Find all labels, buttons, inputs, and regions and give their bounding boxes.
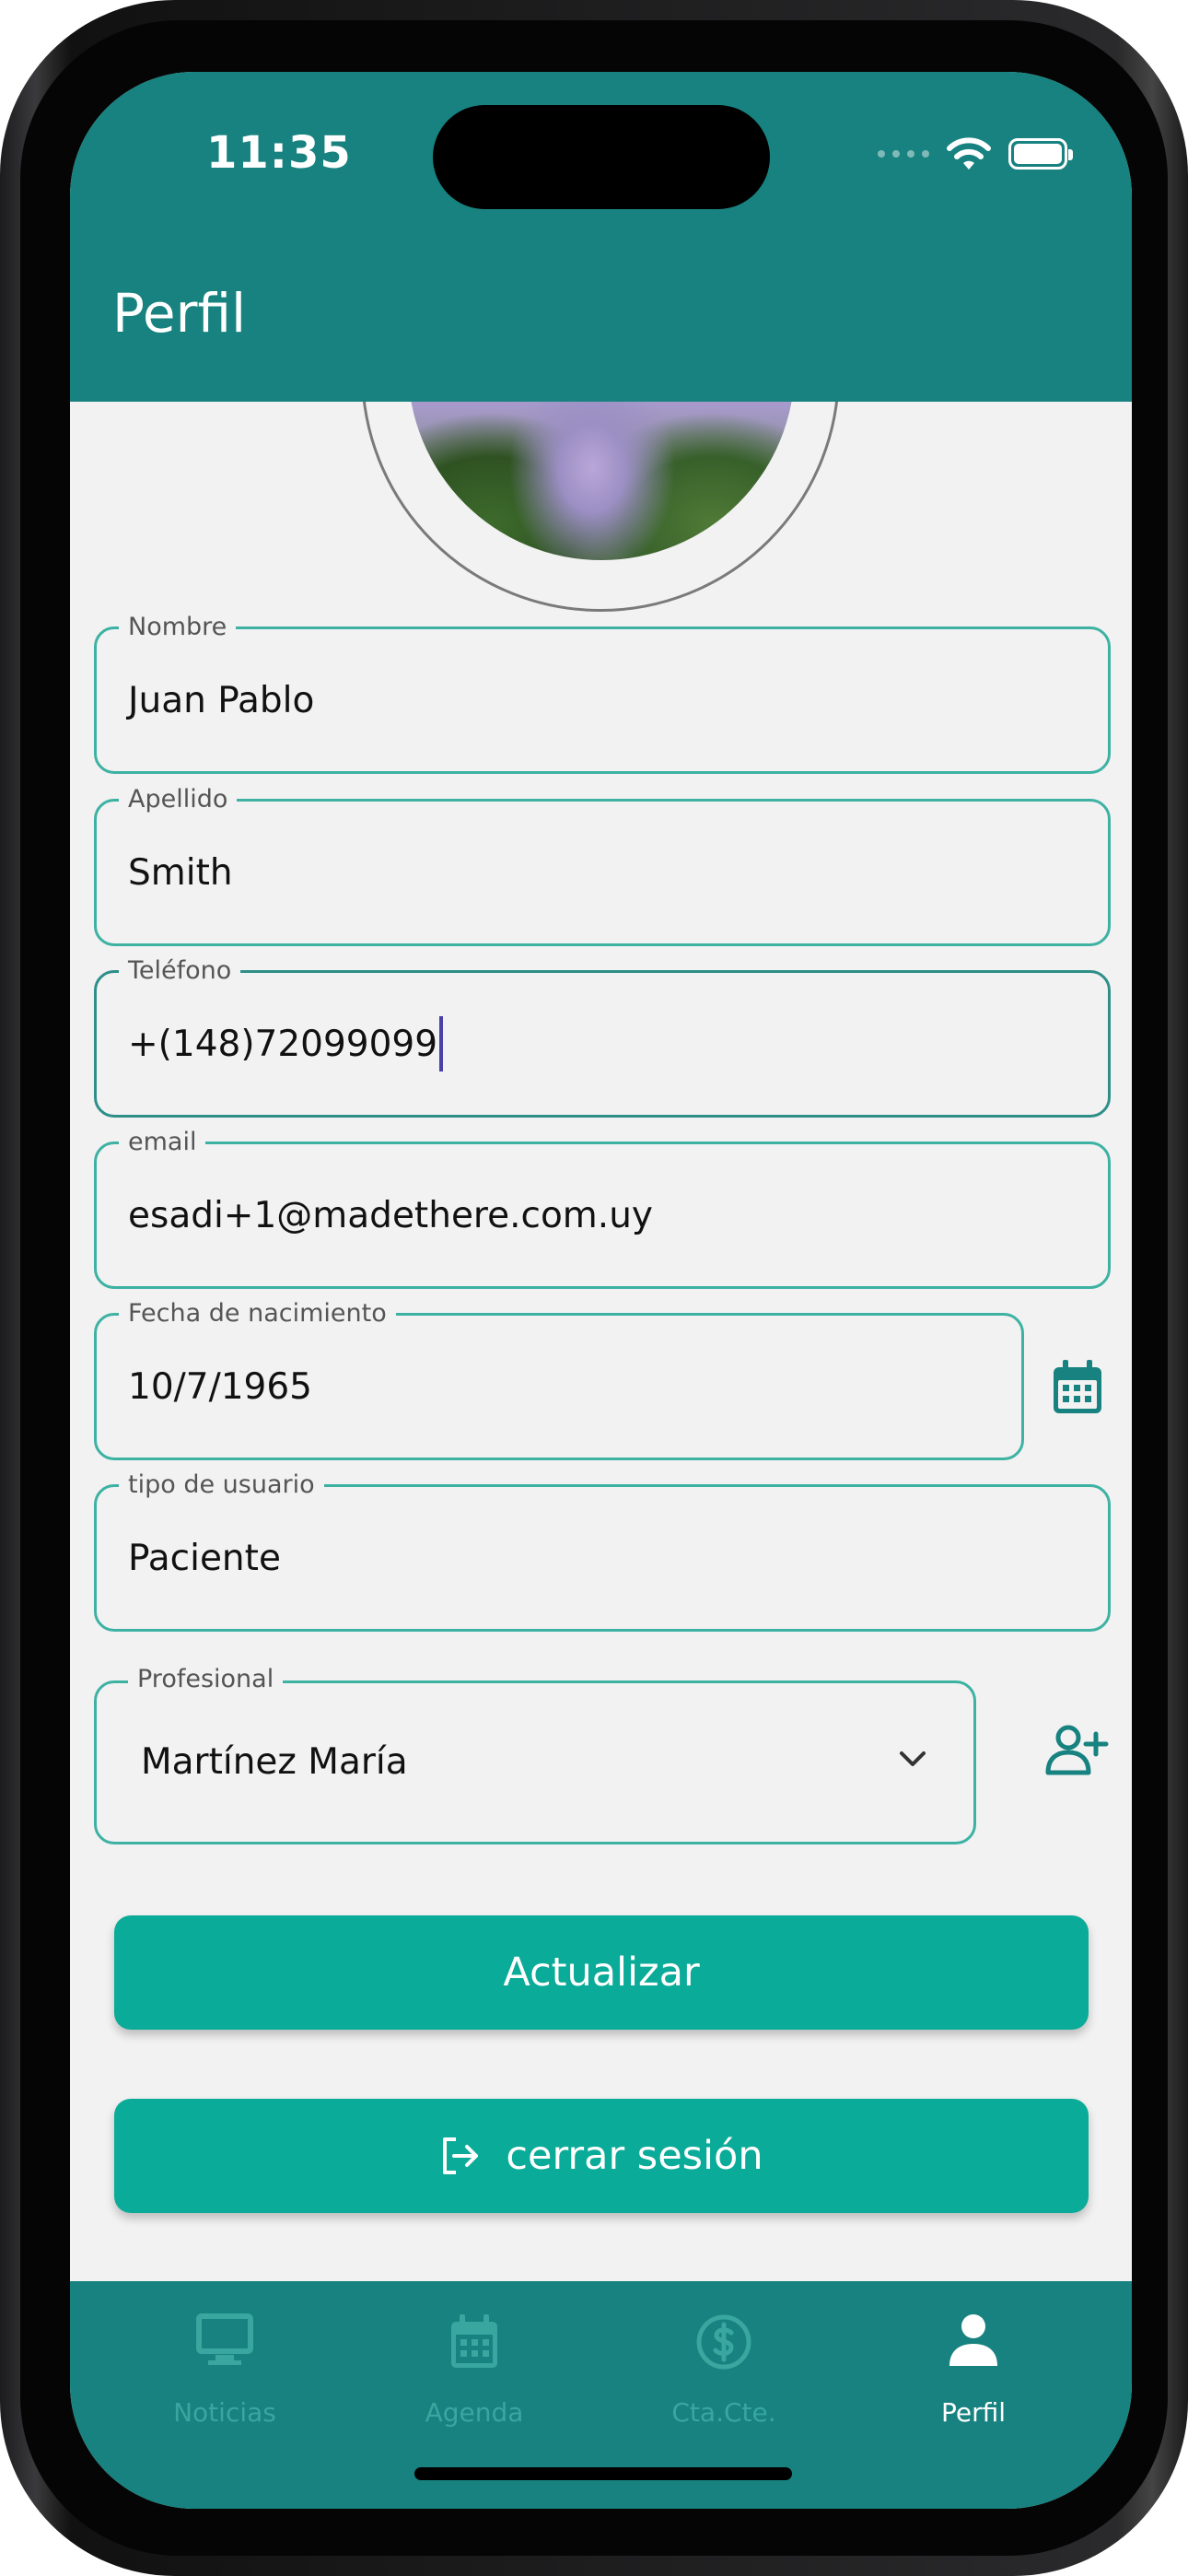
tipo-usuario-field[interactable]: tipo de usuario Paciente <box>94 1469 1111 1632</box>
telefono-value: +(148)72099099 <box>128 1024 438 1065</box>
app-screen: 11:35 Perfil Nombre Juan Pablo Apellido … <box>70 72 1132 2509</box>
nav-item-noticias[interactable]: Noticias <box>100 2281 349 2465</box>
person-icon <box>949 2314 997 2366</box>
email-field[interactable]: email esadi+1@madethere.com.uy <box>94 1126 1111 1289</box>
status-time: 11:35 <box>206 127 352 179</box>
apellido-field[interactable]: Apellido Smith <box>94 783 1111 946</box>
tipo-usuario-value: Paciente <box>128 1538 281 1579</box>
dynamic-island <box>433 105 770 209</box>
telefono-field[interactable]: Teléfono +(148)72099099 <box>94 954 1111 1118</box>
fecha-nacimiento-label: Fecha de nacimiento <box>119 1297 396 1330</box>
dollar-icon <box>696 2314 751 2370</box>
text-cursor <box>439 1015 444 1071</box>
home-indicator <box>414 2467 792 2480</box>
cerrar-sesion-label: cerrar sesión <box>506 2133 763 2179</box>
nav-label-cta-cte: Cta.Cte. <box>671 2397 776 2428</box>
apellido-value: Smith <box>128 852 233 894</box>
chevron-down-icon <box>900 1751 926 1766</box>
status-icons <box>878 136 1073 171</box>
email-label: email <box>119 1126 206 1159</box>
calendar-icon <box>451 2314 497 2368</box>
fecha-nacimiento-value: 10/7/1965 <box>128 1366 312 1408</box>
add-person-icon[interactable] <box>1044 1723 1109 1782</box>
telefono-label: Teléfono <box>119 954 241 988</box>
app-bar: 11:35 Perfil <box>70 72 1132 402</box>
telefono-value-wrap: +(148)72099099 <box>128 1015 444 1071</box>
cerrar-sesion-button[interactable]: cerrar sesión <box>114 2099 1089 2213</box>
nav-label-noticias: Noticias <box>173 2397 276 2428</box>
email-value: esadi+1@madethere.com.uy <box>128 1195 653 1236</box>
profesional-value: Martínez María <box>141 1741 408 1783</box>
monitor-icon <box>196 2313 253 2365</box>
calendar-picker-icon[interactable] <box>1050 1358 1105 1421</box>
nav-item-cta-cte[interactable]: Cta.Cte. <box>600 2281 848 2465</box>
profesional-dropdown[interactable]: Profesional Martínez María <box>94 1663 976 1844</box>
nav-label-perfil: Perfil <box>940 2397 1007 2428</box>
actualizar-button[interactable]: Actualizar <box>114 1915 1089 2030</box>
nombre-value: Juan Pablo <box>128 680 315 721</box>
nav-item-perfil[interactable]: Perfil <box>849 2281 1098 2465</box>
logout-icon <box>443 2137 479 2174</box>
nav-item-agenda[interactable]: Agenda <box>350 2281 599 2465</box>
actualizar-label: Actualizar <box>503 1950 700 1996</box>
page-title: Perfil <box>112 282 247 345</box>
battery-icon <box>1008 138 1073 170</box>
nombre-field[interactable]: Nombre Juan Pablo <box>94 611 1111 774</box>
nombre-label: Nombre <box>119 611 237 644</box>
tipo-usuario-label: tipo de usuario <box>119 1469 324 1502</box>
fecha-nacimiento-field[interactable]: Fecha de nacimiento 10/7/1965 <box>94 1297 1024 1460</box>
profesional-label: Profesional <box>128 1663 284 1696</box>
apellido-label: Apellido <box>119 783 238 816</box>
nav-label-agenda: Agenda <box>425 2397 524 2428</box>
cellular-signal-icon <box>878 150 929 158</box>
wifi-icon <box>947 137 991 170</box>
